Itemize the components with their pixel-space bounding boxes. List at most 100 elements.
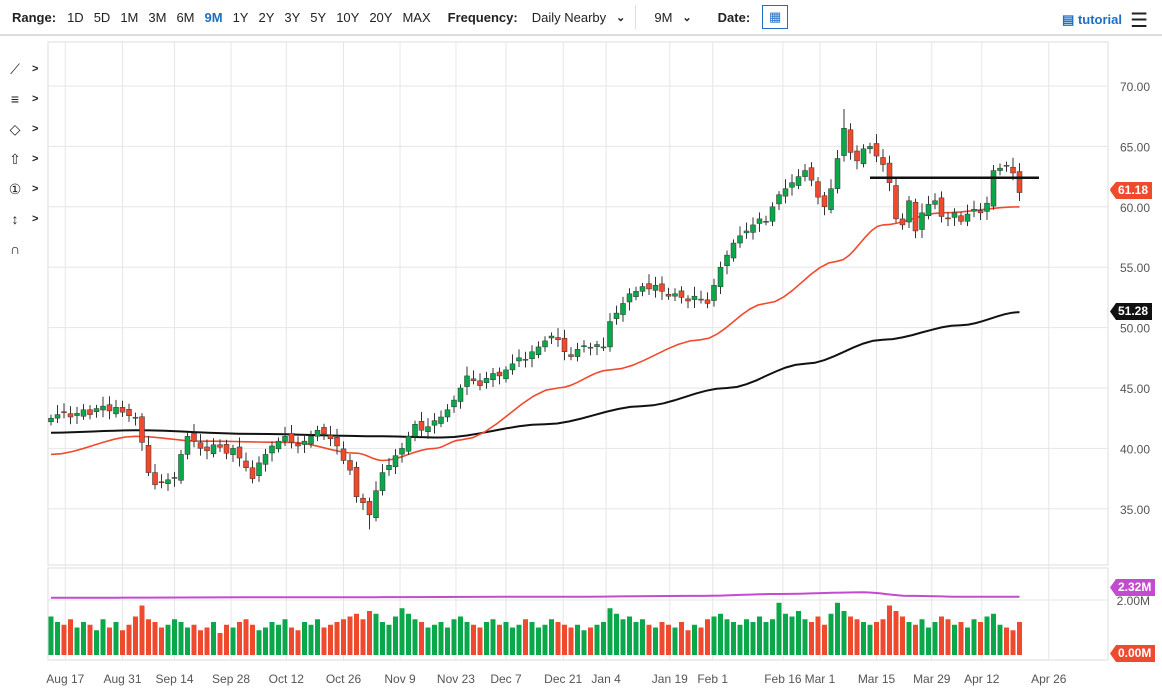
candle-body — [912, 201, 919, 232]
volume-bar — [965, 627, 970, 655]
candle-body — [308, 436, 314, 445]
volume-bar — [250, 624, 255, 655]
candle-body — [899, 218, 906, 226]
volume-bar — [406, 613, 411, 655]
candle-body — [509, 363, 516, 371]
candle-body — [373, 490, 379, 518]
candle-body — [366, 501, 373, 516]
volume-bar — [198, 630, 203, 655]
volume-bar — [458, 616, 463, 655]
candle-body — [587, 346, 594, 349]
volume-bar — [263, 627, 268, 655]
candle-body — [808, 167, 815, 181]
candle-body — [535, 346, 542, 355]
volume-bar — [61, 624, 67, 655]
x-tick-label: Apr 26 — [1031, 672, 1067, 686]
candle-body — [626, 293, 633, 303]
volume-bar — [718, 613, 723, 655]
candle-body — [438, 416, 444, 424]
candle-body — [431, 420, 438, 426]
candle-body — [600, 346, 607, 349]
volume-bar — [575, 624, 580, 655]
volume-bar — [224, 624, 229, 655]
candle-body — [457, 387, 464, 402]
volume-bar — [360, 619, 366, 655]
volume-bar — [815, 616, 821, 655]
x-tick-label: Sep 28 — [212, 672, 250, 686]
volume-bar — [952, 624, 957, 655]
candle-body — [613, 312, 620, 319]
candle-body — [262, 454, 269, 465]
volume-bar — [828, 613, 834, 655]
volume-bar — [386, 624, 392, 655]
candle-body — [698, 298, 704, 301]
candle-body — [854, 150, 860, 162]
volume-bar — [926, 627, 931, 655]
candle-body — [776, 194, 782, 205]
candle-body — [249, 467, 256, 479]
volume-bar — [1004, 627, 1009, 655]
price-chart[interactable]: 70.00 65.00 60.00 55.00 50.00 45.00 40.00 35.00… — [0, 0, 1162, 694]
volume-bar — [48, 616, 54, 655]
candle-body — [971, 208, 977, 212]
candle-body — [288, 433, 295, 443]
y-tick-label: 55.00 — [1120, 261, 1150, 275]
candle-body — [275, 440, 282, 450]
candle-body — [1003, 164, 1010, 167]
candle-body — [119, 407, 126, 413]
volume-bar — [887, 605, 892, 655]
x-tick-label: Jan 19 — [652, 672, 688, 686]
volume-bar — [1010, 630, 1016, 655]
candle-body — [951, 212, 958, 218]
volume-bar — [471, 624, 476, 655]
candle-body — [295, 443, 301, 447]
volume-bar — [256, 630, 262, 655]
candle-body — [477, 380, 483, 386]
volume-bar — [94, 630, 99, 655]
volume-bar — [971, 619, 977, 655]
volume-bar — [133, 616, 138, 655]
candle-body — [782, 188, 789, 197]
candle-body — [932, 200, 938, 205]
x-tick-label: Aug 31 — [103, 672, 141, 686]
x-tick-label: Feb 1 — [697, 672, 728, 686]
candle-body — [678, 290, 685, 298]
volume-bar — [659, 622, 665, 655]
candle-body — [958, 215, 964, 222]
candle-body — [48, 417, 54, 423]
volume-bar — [653, 627, 658, 655]
candle-body — [672, 293, 678, 297]
volume-bar — [724, 619, 730, 655]
volume-bar — [497, 624, 502, 655]
candle-body — [795, 176, 802, 186]
candle-body — [548, 335, 555, 339]
candle-body — [873, 143, 880, 157]
volume-bar — [711, 616, 717, 655]
volume-bar — [126, 624, 132, 655]
candle-body — [880, 157, 886, 165]
x-tick-label: Mar 1 — [805, 672, 836, 686]
candle-body — [223, 444, 230, 454]
volume-bar — [731, 622, 736, 655]
volume-bar — [425, 627, 431, 655]
x-tick-label: Mar 29 — [913, 672, 951, 686]
ma50-line — [50, 206, 1020, 462]
volume-bar — [614, 613, 619, 655]
candle-body — [594, 344, 600, 347]
x-tick-label: Feb 16 — [764, 672, 802, 686]
candle-body — [256, 462, 262, 476]
candle-body — [763, 221, 769, 223]
volume-bar — [354, 613, 359, 655]
x-tick-label: Nov 23 — [437, 672, 475, 686]
volume-bar — [529, 622, 535, 655]
candle-body — [444, 409, 451, 418]
volume-bar — [399, 608, 405, 655]
candle-body — [743, 230, 750, 234]
candle-body — [1016, 171, 1023, 193]
volume-bar — [55, 622, 60, 655]
candle-body — [243, 460, 249, 468]
candle-body — [607, 321, 613, 348]
candle-body — [230, 448, 236, 455]
candle-body — [184, 436, 191, 455]
x-tick-label: Jan 4 — [591, 672, 621, 686]
